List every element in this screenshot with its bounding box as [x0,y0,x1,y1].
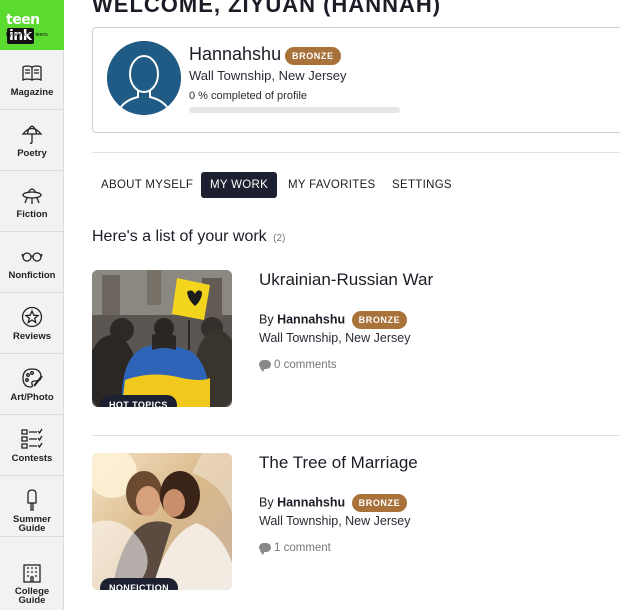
sidebar-item-label: Art/Photo [10,392,54,403]
sidebar-item-label: Magazine [10,87,54,98]
avatar [107,41,181,115]
by-prefix: By [259,495,274,510]
category-tag[interactable]: NONFICTION [100,578,178,590]
profile-location: Wall Township, New Jersey [189,68,347,83]
work-location: Wall Township, New Jersey [259,331,411,345]
work-author[interactable]: Hannahshu [277,312,345,326]
rank-badge: BRONZE [285,47,341,65]
sidebar-item-label: Poetry [17,148,47,159]
work-author[interactable]: Hannahshu [277,495,345,509]
star-badge-icon [21,306,43,328]
profile-card: Hannahshu BRONZE Wall Township, New Jers… [92,27,620,133]
sidebar-item-magazine[interactable]: Magazine [0,50,64,110]
work-list-heading: Here's a list of your work (2) [92,228,285,246]
sidebar-item-art-photo[interactable]: Art/Photo [0,355,64,415]
profile-completion-label: 0 % completed of profile [189,90,308,102]
by-prefix: By [259,312,274,327]
rank-badge: BRONZE [351,311,408,329]
sidebar-item-nonfiction[interactable]: Nonfiction [0,233,64,293]
sidebar-item-label: Reviews [12,331,52,342]
sidebar-item-reviews[interactable]: Reviews [0,294,64,354]
work-location: Wall Township, New Jersey [259,514,411,528]
sidebar-item-contests[interactable]: Contests [0,416,64,476]
sidebar-item-label-line2: Guide [18,523,46,534]
tab-my-favorites[interactable]: MY FAVORITES [279,172,385,198]
work-byline: By Hannahshu BRONZE [259,494,408,512]
palette-icon [22,368,43,388]
comment-icon [259,360,271,372]
protest-photo [92,270,232,407]
work-thumbnail[interactable]: HOT TOPICS [92,270,232,407]
work-title[interactable]: The Tree of Marriage [259,453,418,473]
sidebar-item-college-guide[interactable]: College Guide [0,549,64,609]
default-avatar-icon [107,41,181,115]
page-title: WELCOME, ZIYUAN (HANNAH) [92,0,442,17]
sidebar-item-label: Nonfiction [8,270,56,281]
umbrella-icon [21,125,43,144]
sidebar-item-summer-guide[interactable]: Summer Guide [0,477,64,537]
work-thumbnail[interactable]: NONFICTION [92,453,232,590]
divider [92,435,620,436]
building-icon [23,564,41,583]
tab-settings[interactable]: SETTINGS [383,172,461,198]
work-item: HOT TOPICS Ukrainian-Russian War By Hann… [92,270,620,420]
tab-about-myself[interactable]: ABOUT MYSELF [92,172,202,198]
divider [92,152,620,153]
comments-link[interactable]: 0 comments [259,359,337,372]
rank-badge: BRONZE [351,494,408,512]
category-tag[interactable]: HOT TOPICS [100,395,177,407]
comments-link[interactable]: 1 comment [259,542,331,555]
profile-username[interactable]: Hannahshu [189,44,281,65]
popsicle-icon [27,489,37,511]
profile-progress-bar [189,107,400,113]
sidebar-item-label: Fiction [16,209,48,220]
comments-count: 0 comments [274,359,337,371]
logo-text: teen [6,12,40,28]
sidebar-item-fiction[interactable]: Fiction [0,172,64,232]
book-icon [22,65,42,82]
work-list-heading-text: Here's a list of your work [92,228,267,245]
work-count: (2) [273,233,286,244]
sidebar-item-label: Contests [11,453,53,464]
tab-my-work[interactable]: MY WORK [201,172,278,198]
work-title[interactable]: Ukrainian-Russian War [259,270,433,290]
sidebar-item-label-line2: Guide [18,595,46,606]
ufo-icon [22,188,42,204]
teenink-logo[interactable]: teenink By teens, for teens [0,0,64,50]
work-item: NONFICTION The Tree of Marriage By Hanna… [92,453,620,603]
checklist-icon [21,428,43,449]
work-byline: By Hannahshu BRONZE [259,311,408,329]
wedding-photo [92,453,232,590]
sidebar: teenink By teens, for teens Magazine Poe… [0,0,64,610]
glasses-icon [21,252,43,262]
sidebar-item-poetry[interactable]: Poetry [0,111,64,171]
comment-icon [259,543,271,555]
comments-count: 1 comment [274,542,331,554]
logo-tagline: By teens, for teens [6,32,48,38]
main-content: WELCOME, ZIYUAN (HANNAH) Hannahshu BRONZ… [64,0,620,610]
